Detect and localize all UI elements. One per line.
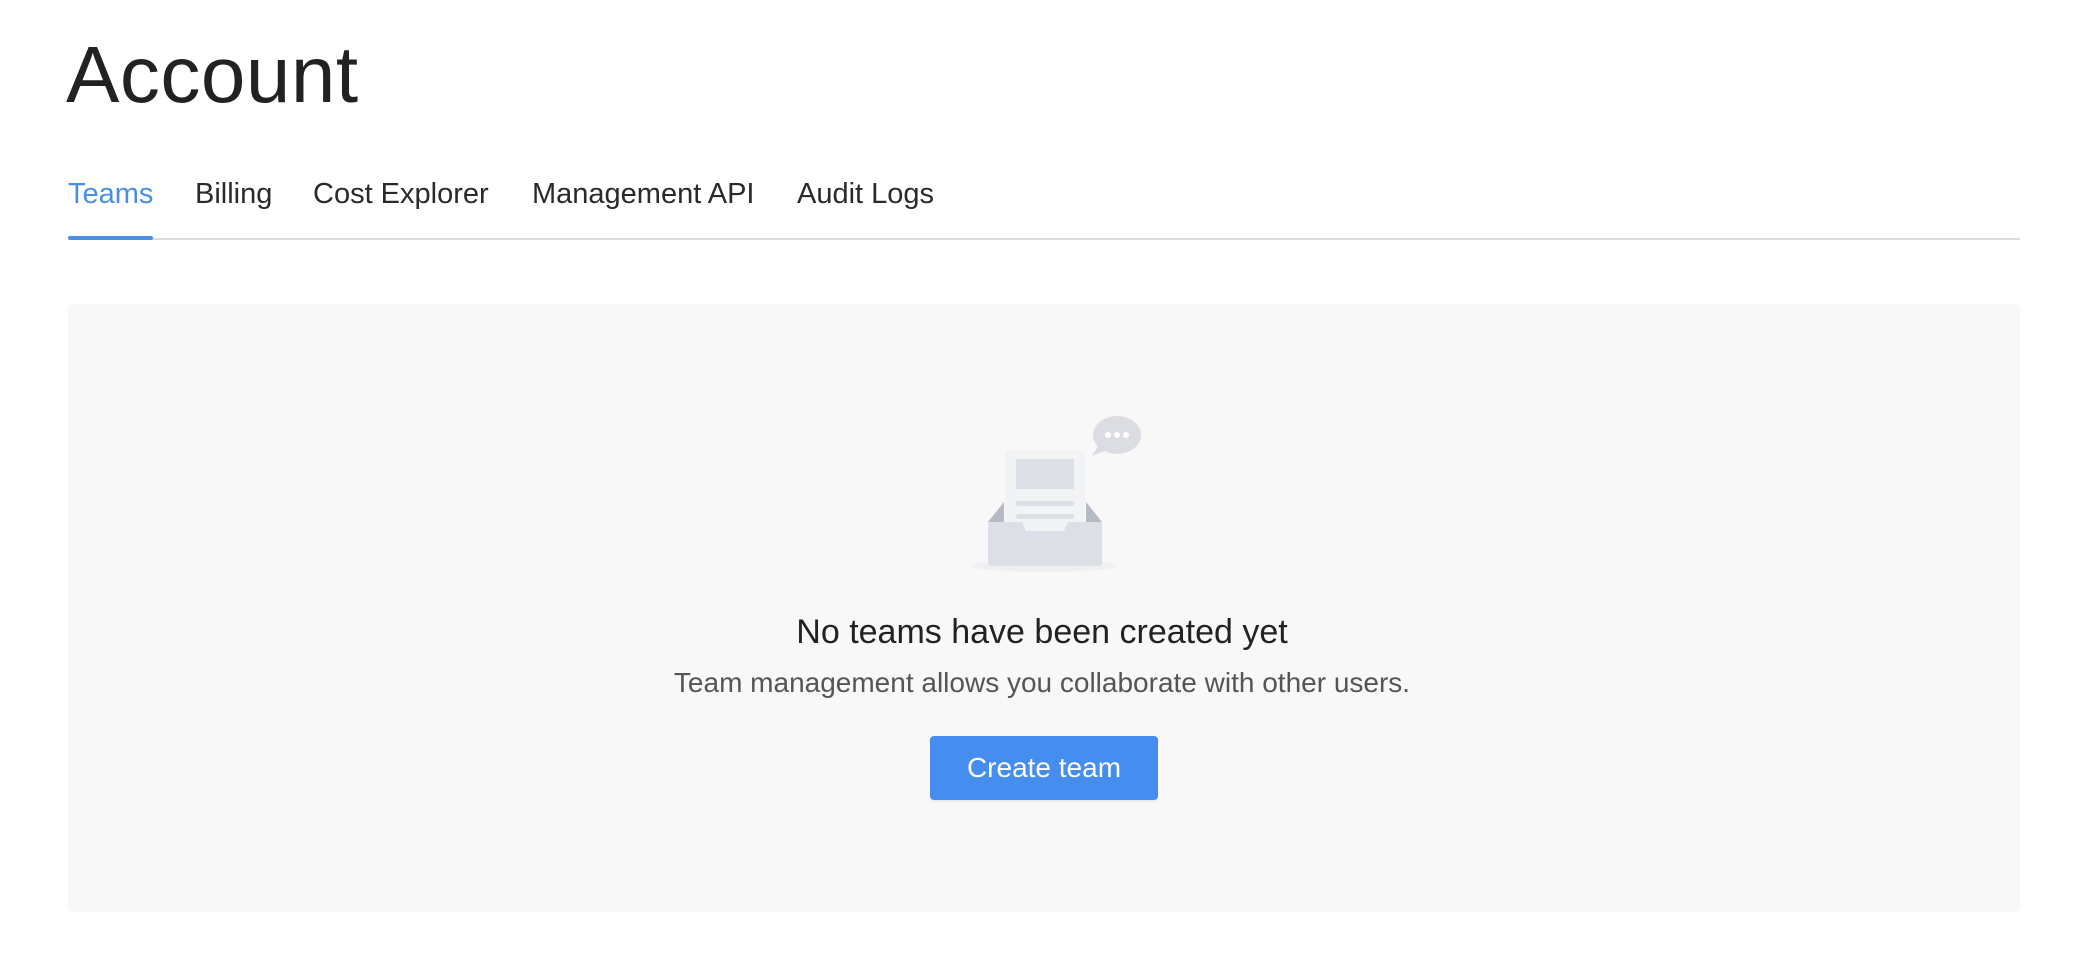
tab-teams[interactable]: Teams <box>68 166 154 240</box>
tab-management-api[interactable]: Management API <box>532 166 754 238</box>
teams-empty-panel <box>68 304 2020 912</box>
tab-cost-explorer[interactable]: Cost Explorer <box>313 166 489 238</box>
empty-state-title: No teams have been created yet <box>796 613 1288 651</box>
account-page: Account Teams Billing Cost Explorer Mana… <box>0 0 2084 980</box>
create-team-button[interactable]: Create team <box>930 736 1158 800</box>
empty-state-description: Team management allows you collaborate w… <box>673 667 1411 698</box>
tab-billing[interactable]: Billing <box>195 166 272 238</box>
empty-inbox-icon <box>968 414 1148 574</box>
account-tabs: Teams Billing Cost Explorer Management A… <box>68 166 2020 240</box>
page-title: Account <box>66 30 359 119</box>
tab-audit-logs[interactable]: Audit Logs <box>797 166 934 238</box>
